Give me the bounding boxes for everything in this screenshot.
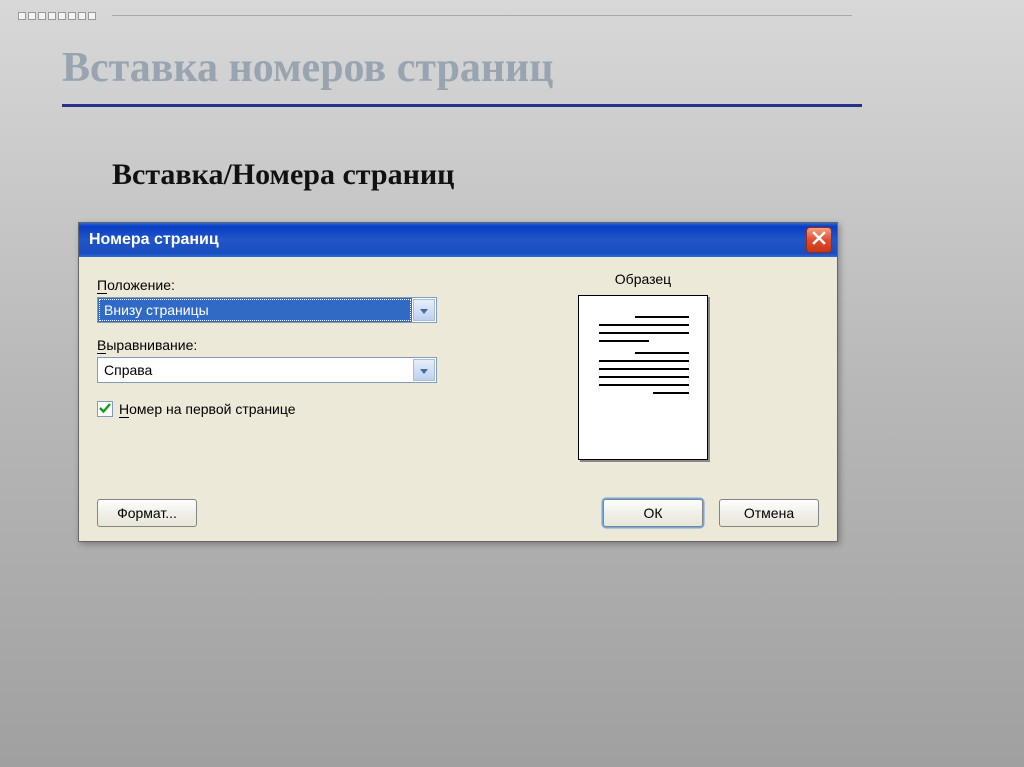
sample-label: Образец bbox=[467, 271, 819, 287]
format-button[interactable]: Формат... bbox=[97, 499, 197, 527]
ok-button[interactable]: ОК bbox=[603, 499, 703, 527]
position-value: Внизу страницы bbox=[98, 298, 412, 322]
position-dropdown-button[interactable] bbox=[413, 299, 435, 321]
decorative-squares bbox=[18, 12, 96, 20]
checkmark-icon bbox=[99, 401, 111, 417]
position-label: Положение: bbox=[97, 277, 437, 293]
close-icon bbox=[812, 231, 826, 250]
firstpage-checkbox[interactable] bbox=[97, 401, 113, 417]
firstpage-checkbox-row[interactable]: Номер на первой странице bbox=[97, 401, 437, 417]
button-row: Формат... ОК Отмена bbox=[97, 499, 819, 527]
chevron-down-icon bbox=[420, 362, 428, 378]
close-button[interactable] bbox=[806, 227, 832, 253]
page-numbers-dialog: Номера страниц Положение: Внизу страницы… bbox=[78, 222, 838, 542]
firstpage-label: Номер на первой странице bbox=[119, 401, 296, 417]
cancel-button[interactable]: Отмена bbox=[719, 499, 819, 527]
dialog-title: Номера страниц bbox=[89, 231, 219, 249]
alignment-dropdown-button[interactable] bbox=[413, 359, 435, 381]
position-combo[interactable]: Внизу страницы bbox=[97, 297, 437, 323]
chevron-down-icon bbox=[420, 302, 428, 318]
title-underline bbox=[62, 104, 862, 107]
decorative-line bbox=[112, 15, 852, 16]
titlebar[interactable]: Номера страниц bbox=[79, 223, 837, 257]
slide-title: Вставка номеров страниц bbox=[62, 44, 553, 92]
sample-preview bbox=[578, 295, 708, 460]
alignment-combo[interactable]: Справа bbox=[97, 357, 437, 383]
controls-column: Положение: Внизу страницы Выравнивание: … bbox=[97, 271, 437, 460]
alignment-value: Справа bbox=[98, 362, 412, 378]
alignment-label: Выравнивание: bbox=[97, 337, 437, 353]
slide-subtitle: Вставка/Номера страниц bbox=[112, 158, 454, 192]
dialog-body: Положение: Внизу страницы Выравнивание: … bbox=[79, 257, 837, 474]
preview-column: Образец bbox=[467, 271, 819, 460]
